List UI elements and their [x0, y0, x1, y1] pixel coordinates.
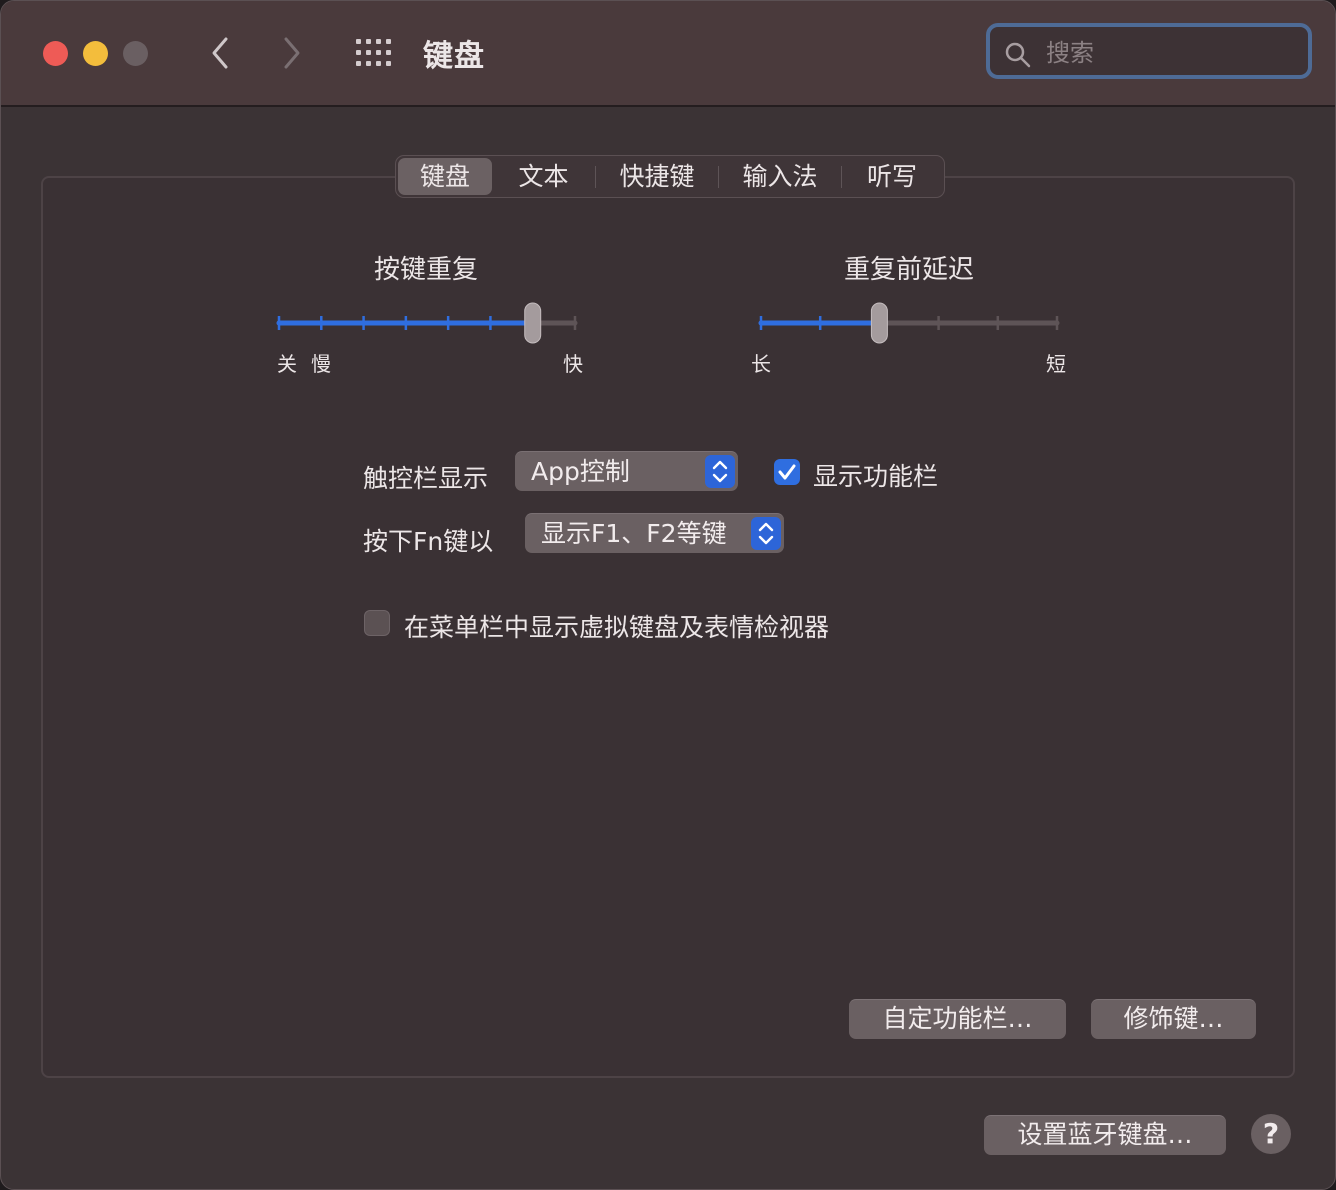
checkmark-icon [778, 464, 796, 480]
touch-bar-popup[interactable]: App控制 [515, 451, 738, 491]
modifier-keys-button[interactable]: 修饰键… [1091, 999, 1256, 1039]
fn-key-popup[interactable]: 显示F1、F2等键 [525, 513, 784, 553]
show-control-strip-checkbox[interactable] [774, 459, 800, 485]
search-icon [1005, 42, 1031, 68]
key-repeat-off-label: 关 [277, 352, 297, 376]
delay-long-label: 长 [751, 352, 771, 376]
tab-text[interactable]: 文本 [492, 158, 595, 195]
customize-control-strip-button[interactable]: 自定功能栏… [849, 999, 1066, 1039]
chevron-left-icon [212, 37, 228, 69]
slider-knob[interactable] [870, 302, 888, 344]
delay-short-label: 短 [1046, 352, 1066, 376]
keyboard-preferences-window: 键盘 键盘 文本 快捷键 输入法 听写 按键重复 关 慢 快 重复前延迟 长 短… [0, 0, 1336, 1190]
slider-knob[interactable] [524, 302, 542, 344]
search-field[interactable] [986, 23, 1312, 79]
show-control-strip-label: 显示功能栏 [813, 462, 939, 491]
key-repeat-slider[interactable] [269, 299, 589, 347]
popup-stepper-icon [751, 517, 781, 550]
tab-keyboard[interactable]: 键盘 [398, 158, 492, 195]
forward-button[interactable] [274, 33, 308, 73]
tab-dictation[interactable]: 听写 [842, 158, 942, 195]
zoom-window-button[interactable] [123, 41, 148, 66]
close-window-button[interactable] [43, 41, 68, 66]
setup-bluetooth-keyboard-button[interactable]: 设置蓝牙键盘… [984, 1115, 1226, 1155]
fn-key-popup-value: 显示F1、F2等键 [541, 519, 727, 548]
touch-bar-label: 触控栏显示 [363, 464, 489, 493]
show-all-button[interactable] [356, 39, 394, 67]
touch-bar-popup-value: App控制 [531, 457, 630, 486]
fn-key-label: 按下Fn键以 [363, 527, 494, 556]
back-button[interactable] [204, 33, 238, 73]
menu-bar-viewer-checkbox[interactable] [364, 610, 390, 636]
chevron-right-icon [284, 37, 300, 69]
key-repeat-slow-label: 慢 [311, 352, 331, 376]
search-input[interactable] [1044, 35, 1298, 71]
tab-input-sources[interactable]: 输入法 [719, 158, 841, 195]
window-title: 键盘 [423, 39, 485, 74]
titlebar: 键盘 [1, 1, 1335, 107]
popup-stepper-icon [705, 455, 735, 488]
key-repeat-fast-label: 快 [563, 352, 583, 376]
tab-shortcuts[interactable]: 快捷键 [596, 158, 718, 195]
menu-bar-viewer-label: 在菜单栏中显示虚拟键盘及表情检视器 [404, 613, 830, 642]
minimize-window-button[interactable] [83, 41, 108, 66]
delay-until-repeat-slider[interactable] [751, 299, 1071, 347]
delay-until-repeat-title: 重复前延迟 [843, 255, 974, 285]
help-button[interactable]: ? [1251, 1114, 1291, 1154]
key-repeat-title: 按键重复 [373, 255, 478, 285]
tab-bar: 键盘 文本 快捷键 输入法 听写 [395, 155, 945, 198]
grid-icon [356, 39, 391, 66]
